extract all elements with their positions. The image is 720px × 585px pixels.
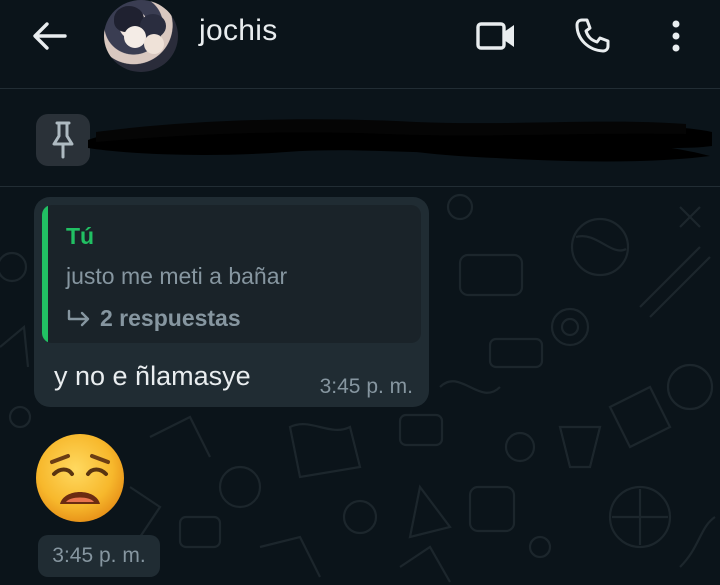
phone-icon bbox=[575, 18, 610, 53]
reply-arrow-icon bbox=[67, 309, 90, 326]
replies-count: 2 respuestas bbox=[100, 305, 241, 331]
more-vertical-icon bbox=[672, 20, 680, 52]
message-bubble[interactable]: Tú justo me meti a bañar 2 respuestas y … bbox=[34, 197, 429, 407]
pin-button[interactable] bbox=[36, 114, 90, 166]
chat-area: Tú justo me meti a bañar 2 respuestas y … bbox=[0, 187, 720, 585]
redaction-scribble bbox=[88, 119, 712, 162]
voice-call-button[interactable] bbox=[570, 14, 614, 58]
message-text: y no e ñlamasye bbox=[54, 361, 251, 391]
video-call-button[interactable] bbox=[474, 14, 518, 58]
quote-author: Tú bbox=[66, 223, 95, 249]
video-camera-icon bbox=[476, 22, 514, 50]
quote-text: justo me meti a bañar bbox=[66, 263, 288, 289]
arrow-left-icon bbox=[33, 22, 67, 50]
avatar[interactable] bbox=[104, 0, 178, 72]
weary-face-icon bbox=[36, 434, 124, 522]
quoted-message[interactable]: Tú justo me meti a bañar 2 respuestas bbox=[42, 205, 421, 343]
menu-button[interactable] bbox=[654, 14, 698, 58]
pin-icon bbox=[52, 121, 74, 159]
back-button[interactable] bbox=[26, 16, 72, 56]
message-timestamp: 3:45 p. m. bbox=[319, 375, 413, 398]
emoji-message[interactable] bbox=[34, 432, 126, 524]
quote-accent-bar bbox=[42, 205, 48, 343]
contact-name[interactable]: jochis bbox=[199, 14, 278, 48]
message-timestamp: 3:45 p. m. bbox=[38, 535, 160, 577]
chat-header: jochis bbox=[0, 0, 720, 89]
replies-link[interactable]: 2 respuestas bbox=[66, 305, 241, 332]
